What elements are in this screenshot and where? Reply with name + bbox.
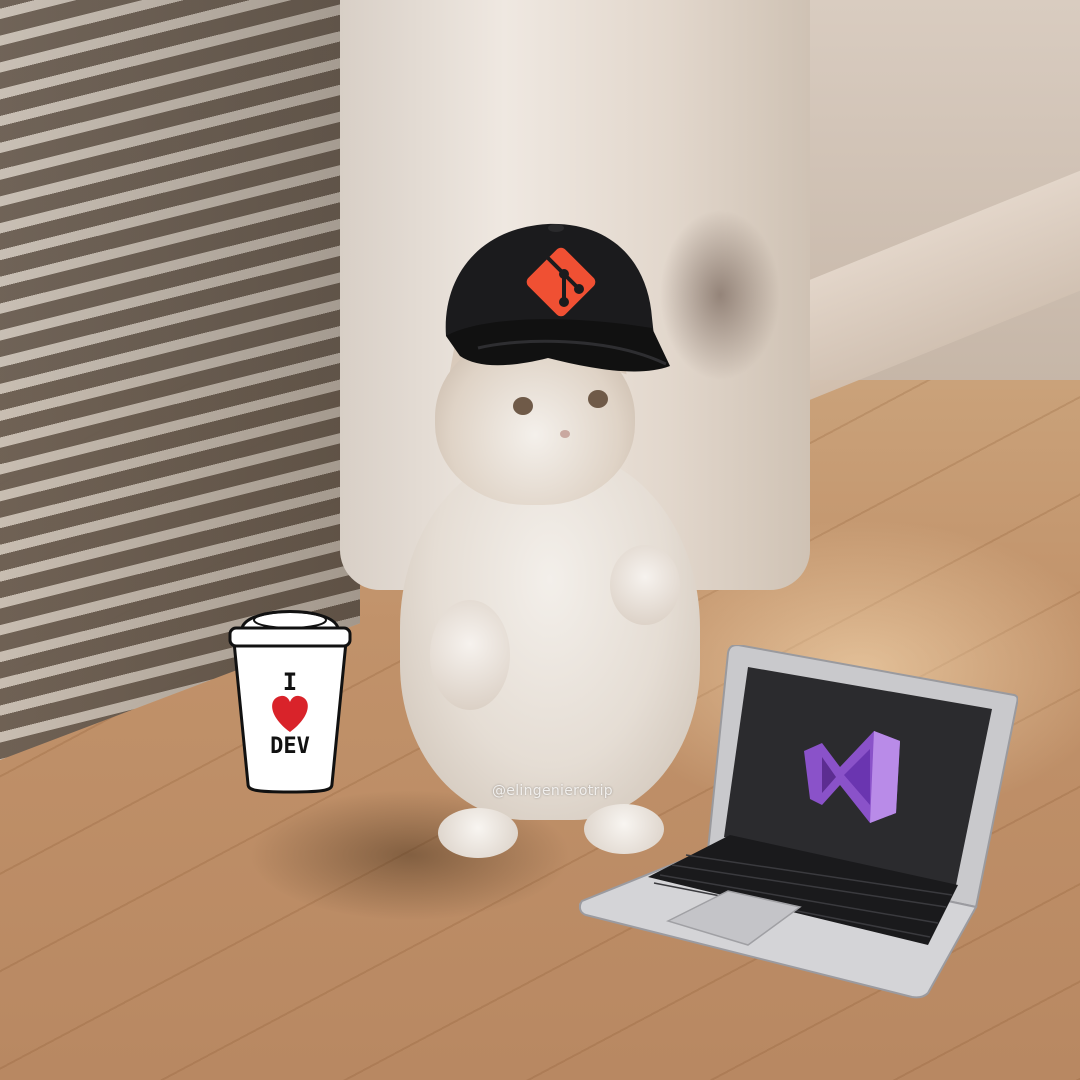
cup-text-dev: DEV (270, 734, 310, 759)
git-cap (445, 223, 670, 372)
wall-stain (660, 210, 780, 380)
cat-foot-left (438, 808, 518, 858)
cat-paw-right (610, 545, 680, 625)
photo-scene: I DEV @elingenierotrip (0, 0, 1080, 1080)
cup-text-i: I (282, 668, 298, 696)
coffee-cup: I DEV (228, 602, 352, 794)
watermark: @elingenierotrip (492, 783, 613, 799)
cat-paw-left (430, 600, 510, 710)
laptop (578, 645, 1018, 999)
cat-eye-left (513, 397, 533, 415)
cat-nose (560, 430, 570, 438)
